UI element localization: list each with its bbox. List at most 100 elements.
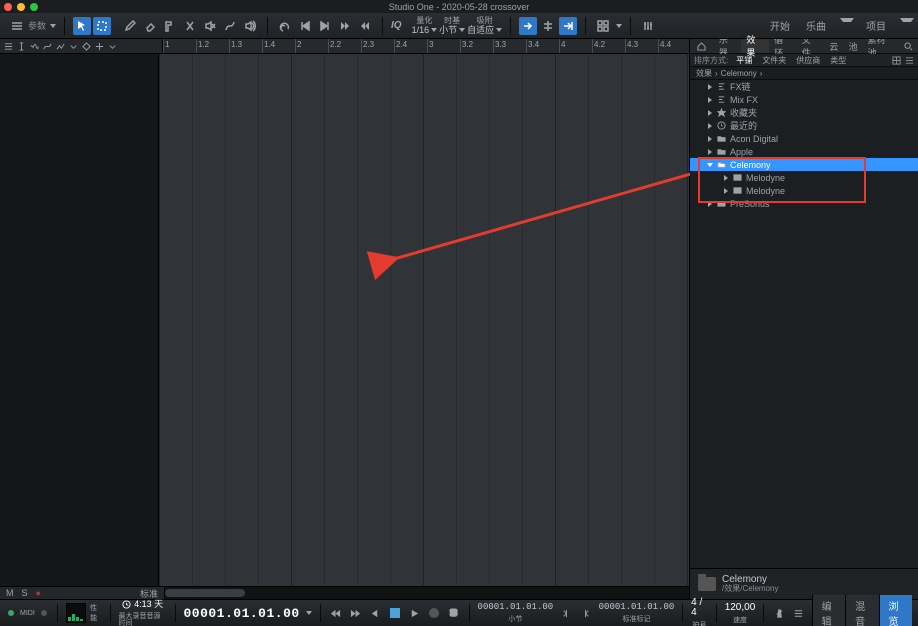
- menu-icon[interactable]: [8, 17, 26, 35]
- set-loop-in-button[interactable]: [559, 605, 573, 621]
- line-icon[interactable]: [56, 42, 65, 51]
- timeline-ruler[interactable]: 11.21.31.422.22.32.433.23.33.444.24.34.4…: [163, 39, 689, 53]
- timebase-dropdown[interactable]: 时基 小节: [439, 17, 465, 35]
- play-button[interactable]: [407, 605, 421, 621]
- chevron-down-icon[interactable]: [108, 42, 117, 51]
- wave-icon[interactable]: [30, 42, 39, 51]
- song-link[interactable]: 乐曲: [802, 18, 830, 33]
- snap-toggle-button[interactable]: [539, 17, 557, 35]
- chevron-down-icon[interactable]: [900, 18, 914, 22]
- goto-end-button[interactable]: [316, 17, 334, 35]
- plus-icon[interactable]: [95, 42, 104, 51]
- listen-tool[interactable]: [241, 17, 259, 35]
- info-path: /效果/Celemony: [722, 585, 778, 594]
- scrollbar-thumb[interactable]: [165, 589, 245, 597]
- browser-effects-tab[interactable]: 效果: [741, 39, 769, 53]
- metronome-button[interactable]: [772, 605, 786, 621]
- browser-library-tab[interactable]: 素材池: [862, 39, 899, 53]
- browser-item-celemony[interactable]: Celemony: [690, 158, 918, 171]
- browser-item-收藏夹[interactable]: 收藏夹: [690, 106, 918, 119]
- quantize-dropdown[interactable]: 量化 1/16: [412, 17, 438, 35]
- goto-start-button[interactable]: [296, 17, 314, 35]
- browser-item-acon-digital[interactable]: Acon Digital: [690, 132, 918, 145]
- chevron-down-icon[interactable]: [616, 24, 622, 28]
- goto-zero-button[interactable]: [368, 605, 382, 621]
- loop-start-time[interactable]: 00001.01.01.00: [478, 603, 554, 612]
- browser-item-presonus[interactable]: PreSonus: [690, 197, 918, 210]
- action-b-button[interactable]: [356, 17, 374, 35]
- record-arm-all-button[interactable]: ●: [36, 588, 41, 598]
- pencil-tool[interactable]: [121, 17, 139, 35]
- timesig-display[interactable]: 4 / 4: [691, 598, 708, 618]
- iq-label[interactable]: IQ: [391, 20, 402, 31]
- browser-search-button[interactable]: [899, 39, 918, 53]
- sort-type[interactable]: 类型: [828, 55, 848, 66]
- autoscroll-button[interactable]: [519, 17, 537, 35]
- chevron-down-icon[interactable]: [69, 42, 78, 51]
- forward-button[interactable]: [348, 605, 362, 621]
- curve-icon[interactable]: [43, 42, 52, 51]
- browser-home-tab[interactable]: [690, 39, 714, 53]
- diamond-icon[interactable]: [82, 42, 91, 51]
- chevron-right-icon: ›: [715, 69, 718, 78]
- eraser-tool[interactable]: [141, 17, 159, 35]
- loop-end-time[interactable]: 00001.01.01.00: [599, 603, 675, 612]
- metronome-settings-button[interactable]: [792, 605, 806, 621]
- grid-view-icon[interactable]: [892, 56, 901, 65]
- window-zoom-button[interactable]: [30, 3, 38, 11]
- arrow-tool[interactable]: [73, 17, 91, 35]
- breadcrumb-root[interactable]: 效果: [696, 68, 712, 79]
- window-close-button[interactable]: [4, 3, 12, 11]
- browser-cloud-tab[interactable]: 云: [824, 39, 843, 53]
- set-loop-out-button[interactable]: [579, 605, 593, 621]
- main-time-display[interactable]: 00001.01.01.00: [183, 606, 299, 621]
- undo-button[interactable]: [276, 17, 294, 35]
- action-a-button[interactable]: [336, 17, 354, 35]
- start-link[interactable]: 开始: [766, 18, 794, 33]
- browser-files-tab[interactable]: 文件: [797, 39, 825, 53]
- follow-button[interactable]: [559, 17, 577, 35]
- record-button[interactable]: [427, 605, 441, 621]
- chevron-down-icon[interactable]: [306, 611, 312, 615]
- breadcrumb-item[interactable]: Celemony: [721, 69, 757, 78]
- browser-item-mix-fx[interactable]: Mix FX: [690, 93, 918, 106]
- mute-tool[interactable]: [201, 17, 219, 35]
- solo-all-button[interactable]: S: [22, 588, 28, 598]
- rewind-button[interactable]: [329, 605, 343, 621]
- browser-loops-tab[interactable]: 循环: [769, 39, 797, 53]
- tempo-display[interactable]: 120,00: [725, 603, 756, 613]
- split-tool[interactable]: [181, 17, 199, 35]
- browser-item-最近的[interactable]: 最近的: [690, 119, 918, 132]
- browser-item-melodyne[interactable]: Melodyne: [690, 184, 918, 197]
- browse-tab[interactable]: 浏览: [879, 595, 912, 626]
- browser-item-fx链[interactable]: FX链: [690, 80, 918, 93]
- menu-icon[interactable]: [4, 42, 13, 51]
- range-tool[interactable]: [93, 17, 111, 35]
- paint-tool[interactable]: [161, 17, 179, 35]
- track-area[interactable]: [159, 54, 689, 586]
- browser-item-apple[interactable]: Apple: [690, 145, 918, 158]
- list-view-icon[interactable]: [905, 56, 914, 65]
- browser-pool-tab[interactable]: 池: [843, 39, 862, 53]
- edit-tab[interactable]: 编辑: [812, 595, 845, 626]
- mixer-button[interactable]: [639, 17, 657, 35]
- browser-instruments-tab[interactable]: 乐器: [714, 39, 742, 53]
- mix-tab[interactable]: 混音: [845, 595, 878, 626]
- grid-options-button[interactable]: [594, 17, 612, 35]
- track-header-column[interactable]: [0, 54, 159, 586]
- chevron-down-icon[interactable]: [50, 24, 56, 28]
- project-link[interactable]: 项目: [862, 18, 890, 33]
- i-beam-icon[interactable]: [17, 42, 26, 51]
- sort-folder[interactable]: 文件夹: [760, 55, 788, 66]
- mute-all-button[interactable]: M: [6, 588, 14, 598]
- window-minimize-button[interactable]: [17, 3, 25, 11]
- snap-dropdown[interactable]: 吸附 自适应: [467, 17, 502, 35]
- stop-button[interactable]: [388, 605, 402, 621]
- browser-tree[interactable]: FX链Mix FX收藏夹最近的Acon DigitalAppleCelemony…: [690, 80, 918, 568]
- horizontal-scrollbar[interactable]: [165, 587, 689, 599]
- browser-item-melodyne[interactable]: Melodyne: [690, 171, 918, 184]
- sort-vendor[interactable]: 供应商: [794, 55, 822, 66]
- loop-button[interactable]: [447, 605, 461, 621]
- chevron-down-icon[interactable]: [840, 18, 854, 22]
- bend-tool[interactable]: [221, 17, 239, 35]
